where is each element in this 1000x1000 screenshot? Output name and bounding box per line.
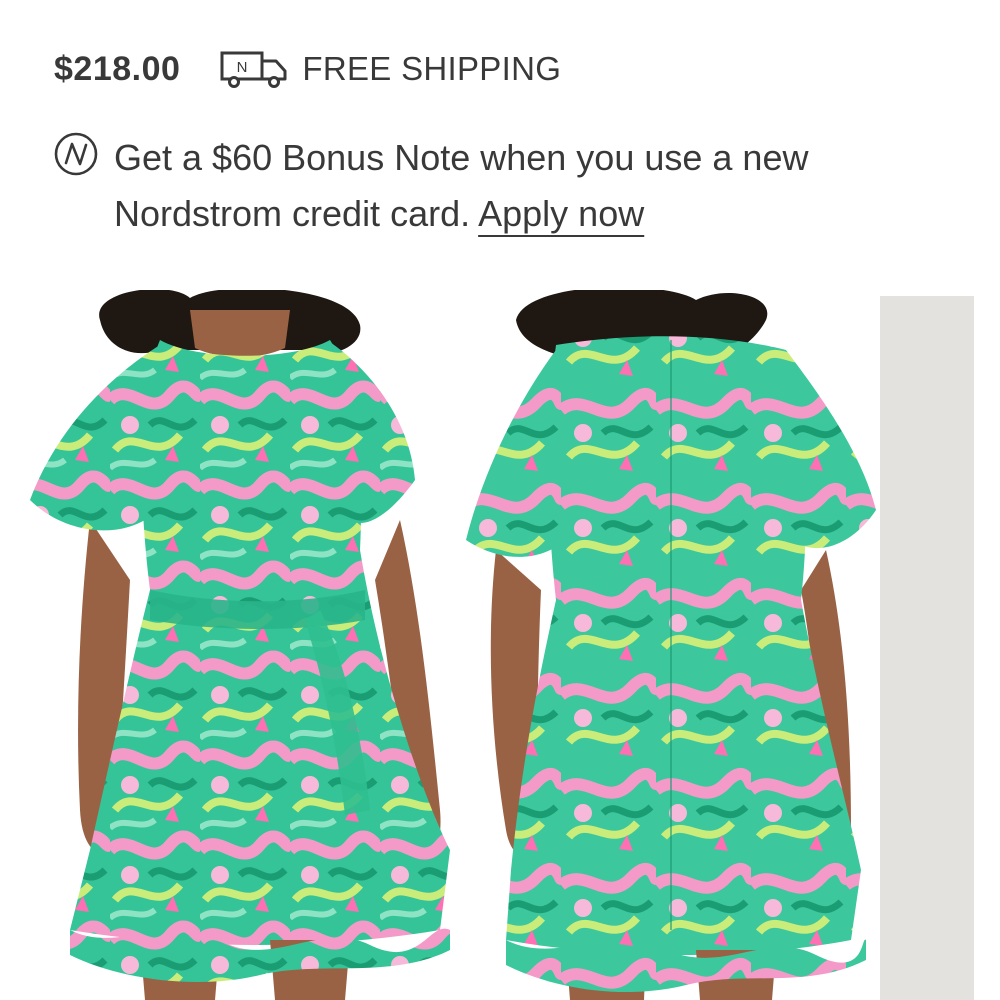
nordstrom-note-icon bbox=[54, 132, 98, 176]
product-image-back[interactable] bbox=[466, 290, 876, 1000]
dress-front-illustration bbox=[30, 290, 450, 1000]
product-detail-page: $218.00 N FREE SHIPPING Get a $60 Bonus … bbox=[0, 0, 1000, 1000]
truck-icon-letter: N bbox=[237, 59, 248, 76]
product-image-front[interactable] bbox=[20, 290, 470, 1000]
partial-image-backdrop bbox=[880, 296, 974, 1000]
free-shipping-label: FREE SHIPPING bbox=[302, 50, 562, 87]
promo-message: Get a $60 Bonus Note when you use a new … bbox=[114, 130, 914, 242]
product-image-partial[interactable] bbox=[880, 296, 974, 1000]
dress-back-illustration bbox=[466, 290, 876, 1000]
apply-now-link[interactable]: Apply now bbox=[478, 193, 644, 234]
price-row: $218.00 N FREE SHIPPING bbox=[54, 44, 561, 94]
delivery-truck-icon: N bbox=[220, 51, 287, 88]
product-price: $218.00 bbox=[54, 49, 181, 88]
promo-text: Get a $60 Bonus Note when you use a new … bbox=[114, 137, 809, 234]
